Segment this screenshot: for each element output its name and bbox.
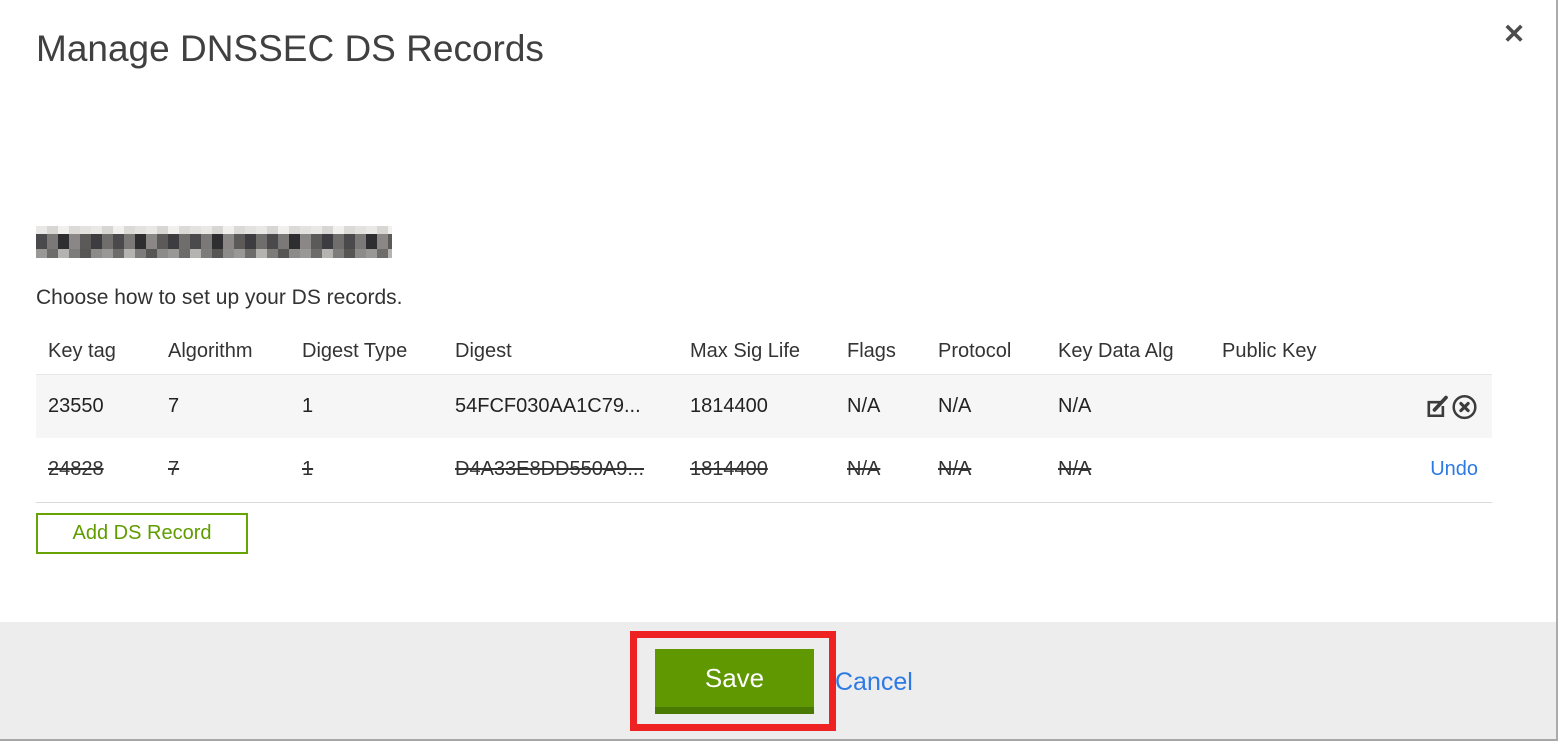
cell-actions: Undo — [1344, 438, 1492, 503]
add-ds-record-button[interactable]: Add DS Record — [36, 513, 248, 554]
cell-actions — [1344, 374, 1492, 438]
header-algorithm: Algorithm — [156, 330, 290, 375]
delete-icon — [1451, 394, 1478, 419]
cell-algorithm: 7 — [156, 438, 290, 503]
cell-max-sig-life: 1814400 — [678, 438, 835, 503]
edit-icon — [1425, 395, 1451, 418]
cell-digest: D4A33E8DD550A9... — [443, 438, 678, 503]
header-public-key: Public Key — [1210, 330, 1344, 375]
cell-protocol: N/A — [926, 438, 1046, 503]
cell-digest-type: 1 — [290, 374, 443, 438]
save-button[interactable]: Save — [655, 649, 814, 714]
undo-delete-link[interactable]: Undo — [1430, 458, 1478, 481]
header-key-tag: Key tag — [36, 330, 156, 375]
cell-key-tag: 23550 — [36, 374, 156, 438]
header-actions — [1344, 330, 1492, 375]
close-button[interactable]: ✕ — [1496, 16, 1532, 52]
footer-bar: Save Cancel — [0, 622, 1556, 739]
cell-protocol: N/A — [926, 374, 1046, 438]
header-digest-type: Digest Type — [290, 330, 443, 375]
cell-max-sig-life: 1814400 — [678, 374, 835, 438]
header-digest: Digest — [443, 330, 678, 375]
cell-digest: 54FCF030AA1C79... — [443, 374, 678, 438]
cell-key-tag: 24828 — [36, 438, 156, 503]
table-header-row: Key tag Algorithm Digest Type Digest Max… — [36, 330, 1492, 375]
page-title: Manage DNSSEC DS Records — [36, 28, 544, 69]
close-icon: ✕ — [1502, 19, 1526, 49]
cell-flags: N/A — [835, 374, 926, 438]
edit-record-button[interactable] — [1425, 393, 1451, 419]
header-protocol: Protocol — [926, 330, 1046, 375]
cell-algorithm: 7 — [156, 374, 290, 438]
header-key-data-alg: Key Data Alg — [1046, 330, 1210, 375]
table-row-deleted: 24828 7 1 D4A33E8DD550A9... 1814400 N/A … — [36, 438, 1492, 503]
dnssec-modal: Manage DNSSEC DS Records ✕ Choose how to… — [0, 0, 1558, 741]
cell-key-data-alg: N/A — [1046, 438, 1210, 503]
redacted-domain-name — [36, 226, 392, 258]
delete-record-button[interactable] — [1451, 393, 1478, 420]
header-flags: Flags — [835, 330, 926, 375]
cell-public-key — [1210, 438, 1344, 503]
instruction-text: Choose how to set up your DS records. — [36, 286, 403, 309]
cell-digest-type: 1 — [290, 438, 443, 503]
cancel-link[interactable]: Cancel — [835, 668, 913, 697]
cell-public-key — [1210, 374, 1344, 438]
cell-key-data-alg: N/A — [1046, 374, 1210, 438]
ds-records-table: Key tag Algorithm Digest Type Digest Max… — [36, 330, 1492, 503]
cell-flags: N/A — [835, 438, 926, 503]
header-max-sig-life: Max Sig Life — [678, 330, 835, 375]
table-row: 23550 7 1 54FCF030AA1C79... 1814400 N/A … — [36, 374, 1492, 438]
